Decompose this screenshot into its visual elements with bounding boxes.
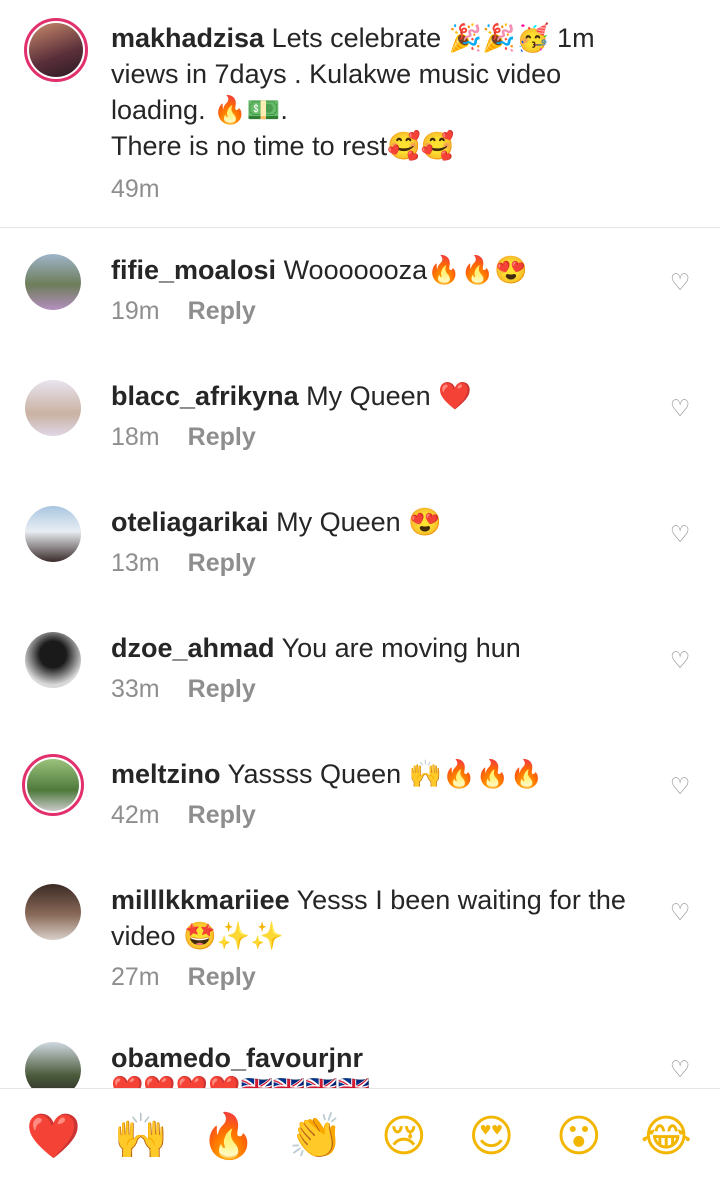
- comment-time: 18m: [111, 423, 160, 451]
- comment-username[interactable]: fifie_moalosi: [111, 255, 276, 285]
- comment-avatar[interactable]: [25, 884, 81, 940]
- comment-username[interactable]: milllkkmariiee: [111, 885, 290, 915]
- quick-reactions-bar: ❤️ 🙌 🔥 👏 😢 😍 😮 😂: [0, 1088, 720, 1185]
- comment-meta: 13m Reply: [111, 548, 256, 578]
- comment-username[interactable]: meltzino: [111, 759, 221, 789]
- heart-outline-icon[interactable]: ♡: [668, 270, 692, 294]
- comment-meta: 27m Reply: [111, 962, 256, 992]
- clapping-hands-reaction-button[interactable]: 👏: [286, 1107, 346, 1167]
- heart-outline-icon[interactable]: ♡: [668, 1057, 692, 1081]
- heart-outline-icon[interactable]: ♡: [668, 774, 692, 798]
- comment-text: oteliagarikai My Queen 😍: [111, 504, 651, 540]
- heart-outline-icon[interactable]: ♡: [668, 522, 692, 546]
- comment-time: 13m: [111, 549, 160, 577]
- post-caption: makhadzisa Lets celebrate 🎉🎉🥳 1m views i…: [0, 0, 720, 228]
- comment-meta: 19m Reply: [111, 296, 256, 326]
- reply-button[interactable]: Reply: [188, 549, 256, 577]
- comment-meta: 33m Reply: [111, 674, 256, 704]
- comment-username[interactable]: oteliagarikai: [111, 507, 269, 537]
- tears-of-joy-reaction-button[interactable]: 😂: [636, 1107, 696, 1167]
- raised-hands-reaction-button[interactable]: 🙌: [111, 1107, 171, 1167]
- heart-outline-icon[interactable]: ♡: [668, 396, 692, 420]
- comment-time: 42m: [111, 801, 160, 829]
- comment-avatar[interactable]: [25, 506, 81, 562]
- comment-time: 19m: [111, 297, 160, 325]
- reply-button[interactable]: Reply: [188, 963, 256, 991]
- reply-button[interactable]: Reply: [188, 423, 256, 451]
- comment-body-partial: ❤️❤️❤️❤️🇬🇧🇬🇧🇬🇧🇬🇧: [111, 1074, 370, 1088]
- heart-outline-icon[interactable]: ♡: [668, 900, 692, 924]
- comment-username[interactable]: dzoe_ahmad: [111, 633, 275, 663]
- caption-body-line2: There is no time to rest🥰🥰: [111, 131, 455, 161]
- comment-avatar[interactable]: [25, 254, 81, 310]
- caption-timestamp: 49m: [111, 175, 160, 203]
- comment-avatar[interactable]: [22, 754, 84, 816]
- comment-meta: 42m Reply: [111, 800, 256, 830]
- comment-text: dzoe_ahmad You are moving hun: [111, 630, 651, 666]
- comment-text: meltzino Yassss Queen 🙌🔥🔥🔥: [111, 756, 651, 792]
- comment-body: Wooooooza🔥🔥😍: [283, 255, 529, 285]
- reply-button[interactable]: Reply: [188, 297, 256, 325]
- comment-body: My Queen 😍: [276, 507, 442, 537]
- comment-avatar[interactable]: [25, 632, 81, 688]
- comment-time: 33m: [111, 675, 160, 703]
- fire-reaction-button[interactable]: 🔥: [199, 1107, 259, 1167]
- heart-outline-icon[interactable]: ♡: [668, 648, 692, 672]
- heart-eyes-reaction-button[interactable]: 😍: [461, 1107, 521, 1167]
- comment-meta: 18m Reply: [111, 422, 256, 452]
- comment-avatar[interactable]: [25, 380, 81, 436]
- comment-username[interactable]: obamedo_favourjnr: [111, 1043, 363, 1073]
- surprised-face-reaction-button[interactable]: 😮: [549, 1107, 609, 1167]
- red-heart-reaction-button[interactable]: ❤️: [24, 1107, 84, 1167]
- caption-username[interactable]: makhadzisa: [111, 23, 264, 53]
- reply-button[interactable]: Reply: [188, 801, 256, 829]
- comment-text: blacc_afrikyna My Queen ❤️: [111, 378, 651, 414]
- comment-text: obamedo_favourjnr: [111, 1040, 651, 1076]
- comment-text: milllkkmariiee Yesss I been waiting for …: [111, 882, 651, 954]
- reply-button[interactable]: Reply: [188, 675, 256, 703]
- comment-text: fifie_moalosi Wooooooza🔥🔥😍: [111, 252, 651, 288]
- caption-avatar[interactable]: [24, 18, 88, 82]
- crying-face-reaction-button[interactable]: 😢: [374, 1107, 434, 1167]
- comment-body: You are moving hun: [281, 633, 521, 663]
- caption-text: makhadzisa Lets celebrate 🎉🎉🥳 1m views i…: [111, 20, 651, 164]
- comment-time: 27m: [111, 963, 160, 991]
- comment-body: My Queen ❤️: [306, 381, 472, 411]
- comment-body: Yassss Queen 🙌🔥🔥🔥: [227, 759, 544, 789]
- comment-username[interactable]: blacc_afrikyna: [111, 381, 299, 411]
